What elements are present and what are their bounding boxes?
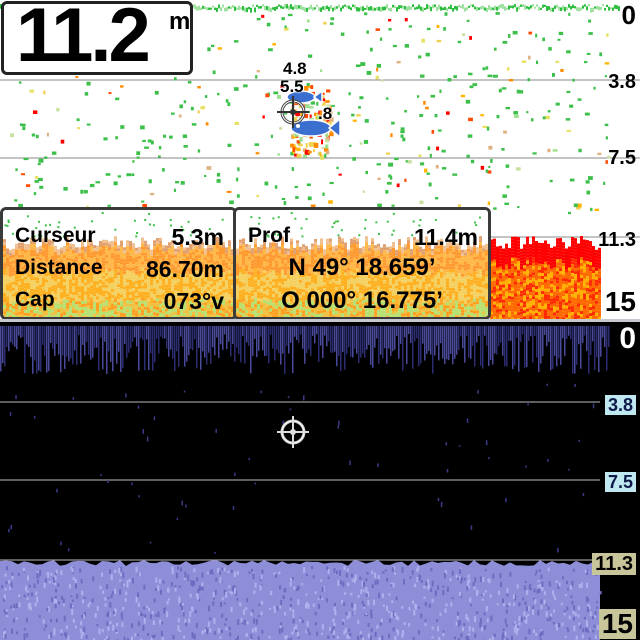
- top-scale-0: 0: [621, 0, 636, 30]
- bottom-scale-3: 11.3: [592, 553, 636, 575]
- cursor-value: 5.3m: [171, 224, 224, 250]
- depth-label: Prof: [248, 224, 290, 247]
- bottom-scale-0: 0: [619, 322, 636, 355]
- fish-depth-label-low: .8: [318, 104, 333, 123]
- latitude-value: N 49° 18.659’: [288, 254, 436, 281]
- longitude-value: O 000° 16.775’: [281, 287, 443, 314]
- bottom-scale-2: 7.5: [604, 472, 636, 492]
- cursor-info-panel: Curseur 5.3m Distance 86.70m Cap 073°v: [0, 207, 237, 320]
- distance-value: 86.70m: [145, 256, 224, 282]
- cursor-row: Curseur 5.3m: [15, 224, 224, 254]
- top-scale-2: 7.5: [608, 147, 636, 169]
- distance-label: Distance: [15, 256, 103, 279]
- sonar-2d-pane[interactable]: 11.2 m 0 3.8 7.5 11.3 15 4.8 5.5 .8 Curs…: [0, 0, 640, 320]
- down-imaging-echo-layer: [0, 326, 610, 640]
- digital-depth-readout: 11.2 m: [1, 0, 193, 78]
- down-imaging-pane[interactable]: 0 3.8 7.5 11.3 15: [0, 322, 640, 640]
- sonar-screen: 11.2 m 0 3.8 7.5 11.3 15 4.8 5.5 .8 Curs…: [0, 0, 640, 640]
- heading-row: Cap 073°v: [15, 288, 224, 317]
- top-scale-3: 11.3: [598, 229, 636, 251]
- depth-row-value: 11.4m: [414, 224, 478, 250]
- position-info-panel: Prof 11.4m N 49° 18.659’ O 000° 16.775’: [233, 207, 491, 320]
- fish-depth-label-mid: 5.5: [280, 77, 304, 96]
- distance-row: Distance 86.70m: [15, 256, 224, 286]
- fish-depth-label-top: 4.8: [283, 59, 307, 78]
- cursor-crosshair-icon[interactable]: [277, 416, 309, 448]
- top-scale-4: 15: [604, 286, 636, 317]
- heading-value: 073°v: [163, 288, 224, 314]
- heading-label: Cap: [15, 288, 55, 311]
- bottom-scale-4: 15: [598, 609, 636, 639]
- depth-unit: m: [169, 8, 191, 35]
- depth-row: Prof 11.4m: [248, 224, 478, 254]
- depth-value: 11.2: [16, 0, 151, 78]
- cursor-label: Curseur: [15, 224, 96, 247]
- bottom-scale-1: 3.8: [604, 395, 636, 415]
- top-scale-1: 3.8: [608, 71, 636, 93]
